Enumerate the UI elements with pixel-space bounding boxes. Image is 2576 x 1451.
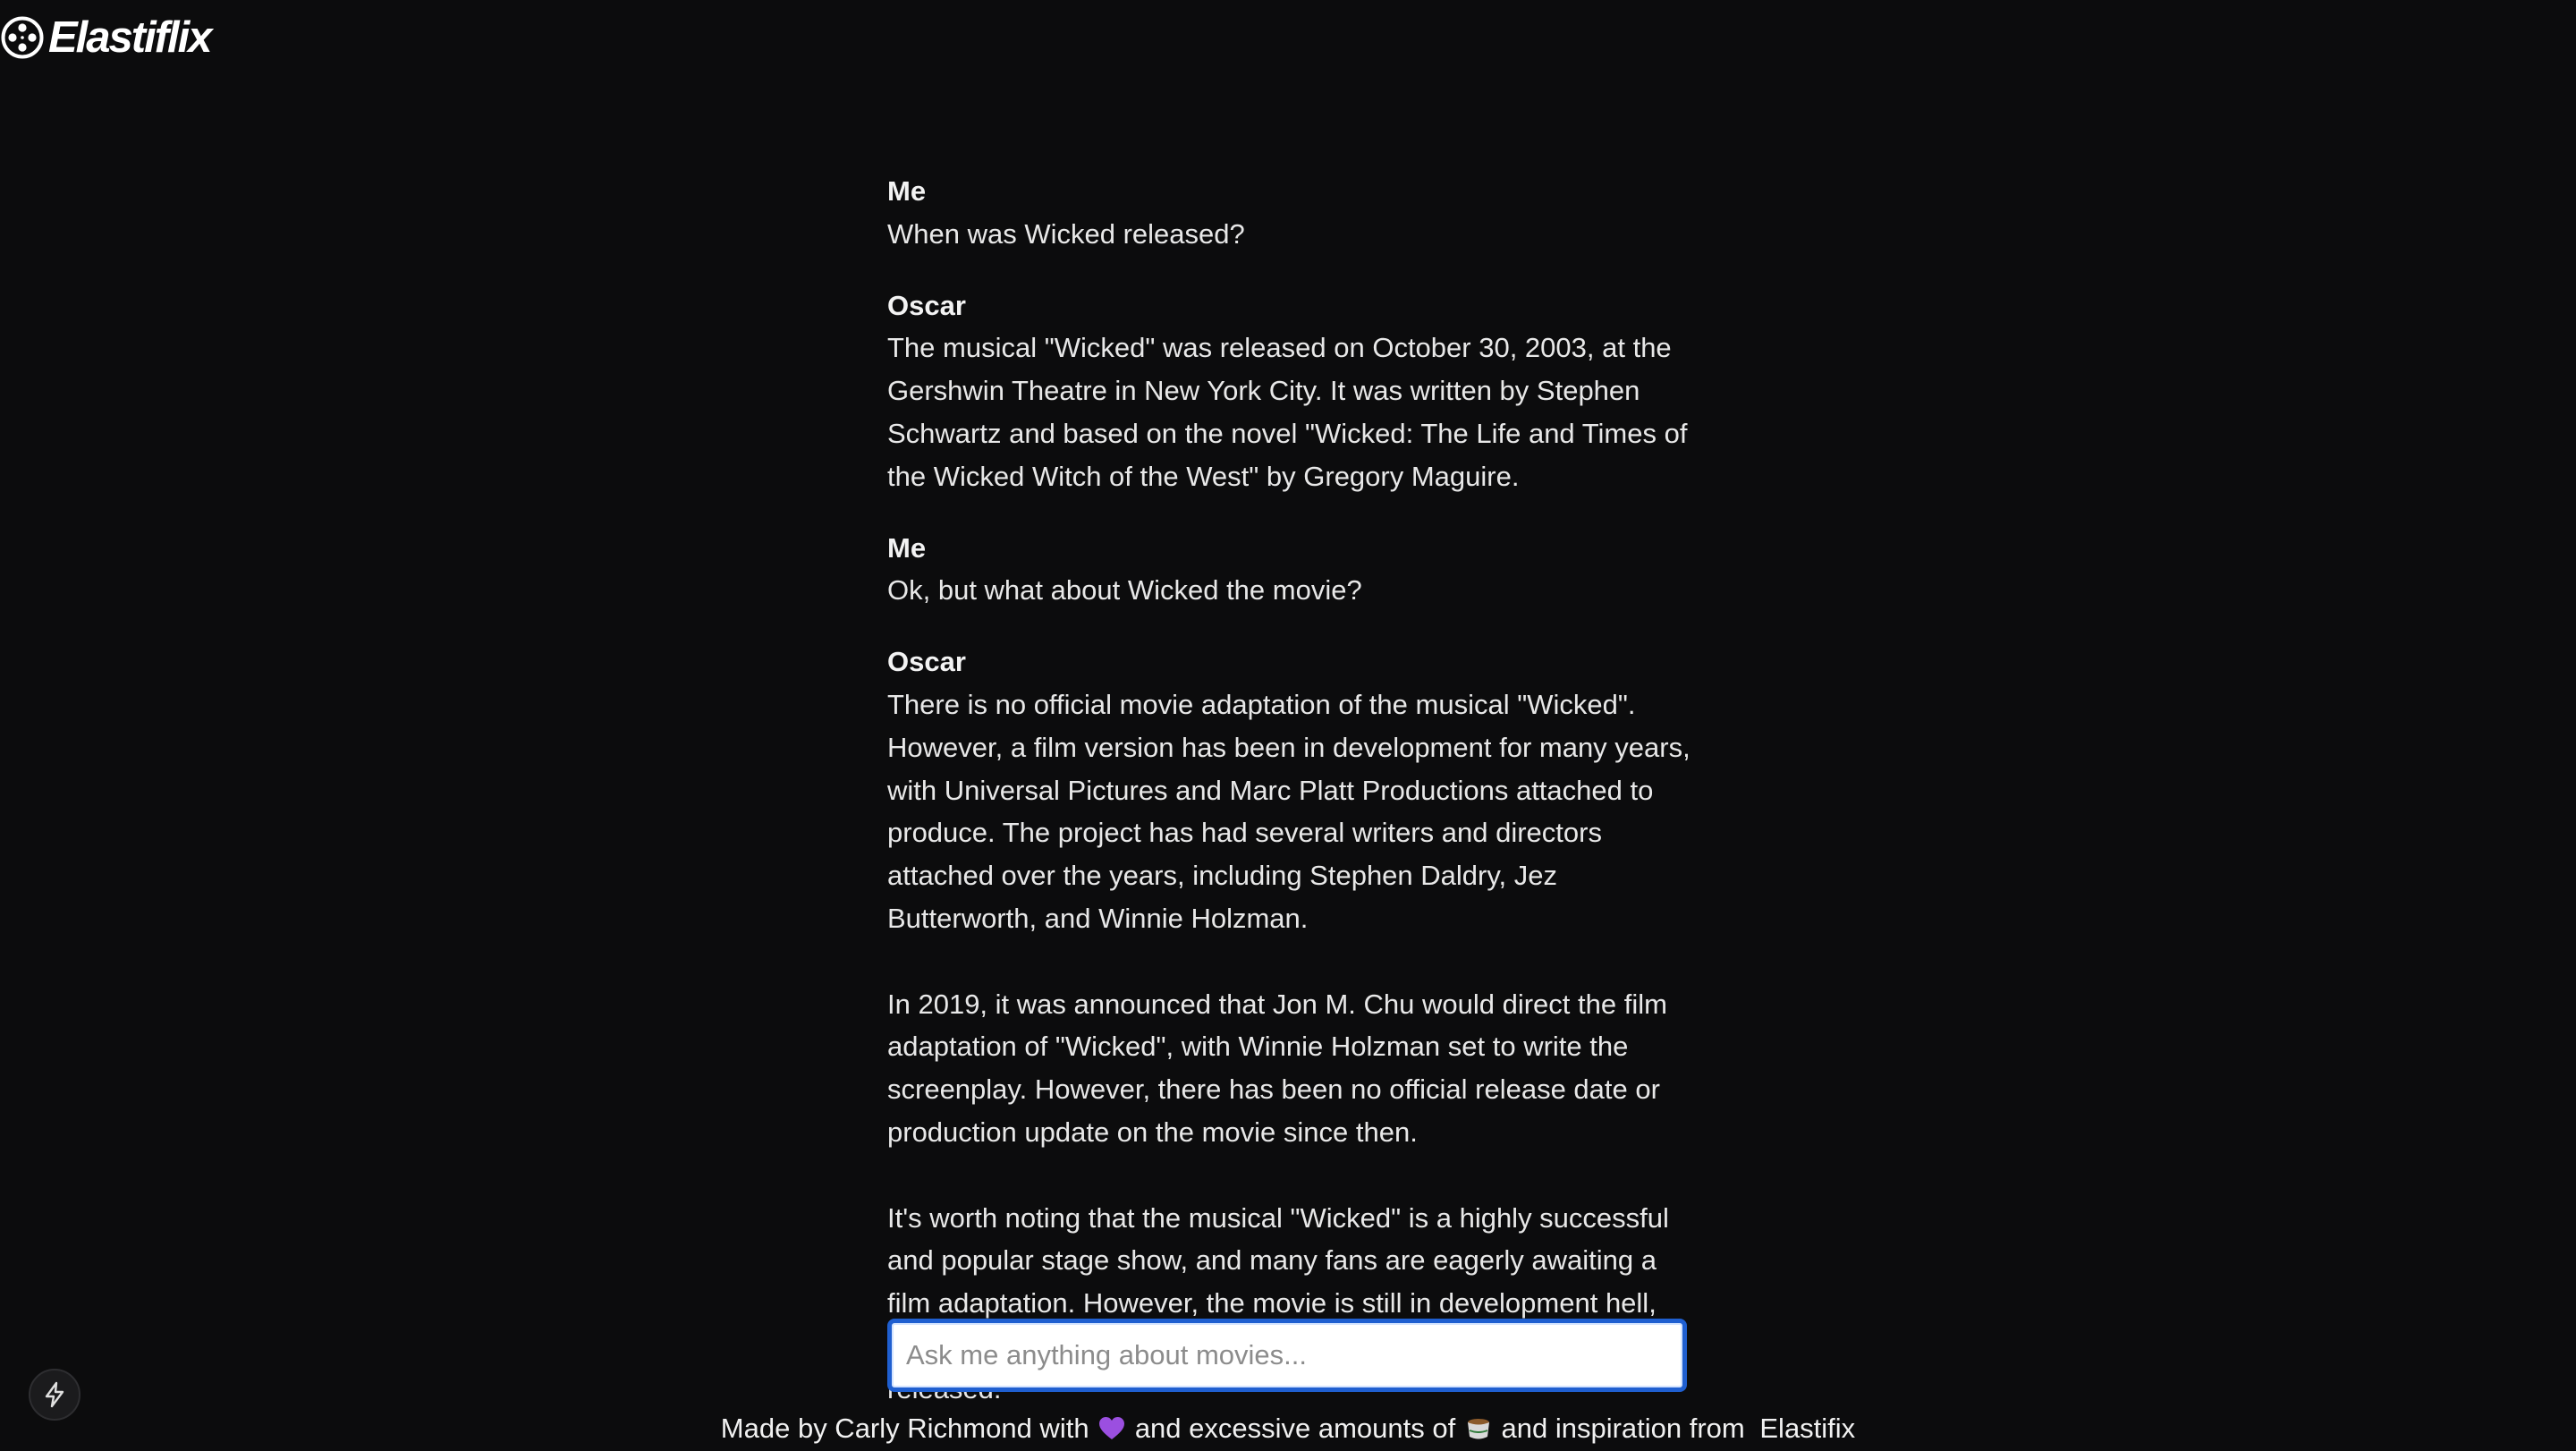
chat-message: Me When was Wicked released?: [887, 170, 1692, 256]
message-text: There is no official movie adaptation of…: [887, 688, 1690, 1404]
lightning-bolt-icon: [45, 1381, 64, 1408]
message-speaker: Me: [887, 175, 927, 207]
chat-message: Oscar The musical "Wicked" was released …: [887, 284, 1692, 498]
footer-credit-text: Made by Carly Richmond with: [720, 1413, 1089, 1444]
message-text: The musical "Wicked" was released on Oct…: [887, 332, 1696, 492]
purple-heart-icon: [1099, 1417, 1125, 1439]
question-input-container: [887, 1319, 1687, 1392]
footer-link[interactable]: Elastifix: [1759, 1413, 1855, 1444]
app-header: Elastiflix: [0, 11, 213, 64]
tea-cup-icon: [1467, 1419, 1489, 1439]
chat-transcript: Me When was Wicked released? Oscar The m…: [887, 170, 1692, 1439]
footer-middle-text: and excessive amounts of: [1134, 1413, 1456, 1444]
message-text: When was Wicked released?: [887, 217, 1245, 250]
question-input[interactable]: [892, 1323, 1682, 1387]
message-speaker: Oscar: [887, 646, 966, 678]
message-speaker: Oscar: [887, 289, 966, 321]
message-text: Ok, but what about Wicked the movie?: [887, 574, 1362, 607]
chat-message: Me Ok, but what about Wicked the movie?: [887, 527, 1692, 613]
chat-message: Oscar There is no official movie adaptat…: [887, 641, 1692, 1410]
app-name[interactable]: Elastiflix: [48, 13, 213, 63]
message-speaker: Me: [887, 531, 927, 564]
film-reel-icon[interactable]: [0, 15, 45, 60]
footer: Made by Carly Richmond with and excessiv…: [0, 1408, 2576, 1449]
footer-inspiration-text: and inspiration from: [1501, 1413, 1745, 1444]
